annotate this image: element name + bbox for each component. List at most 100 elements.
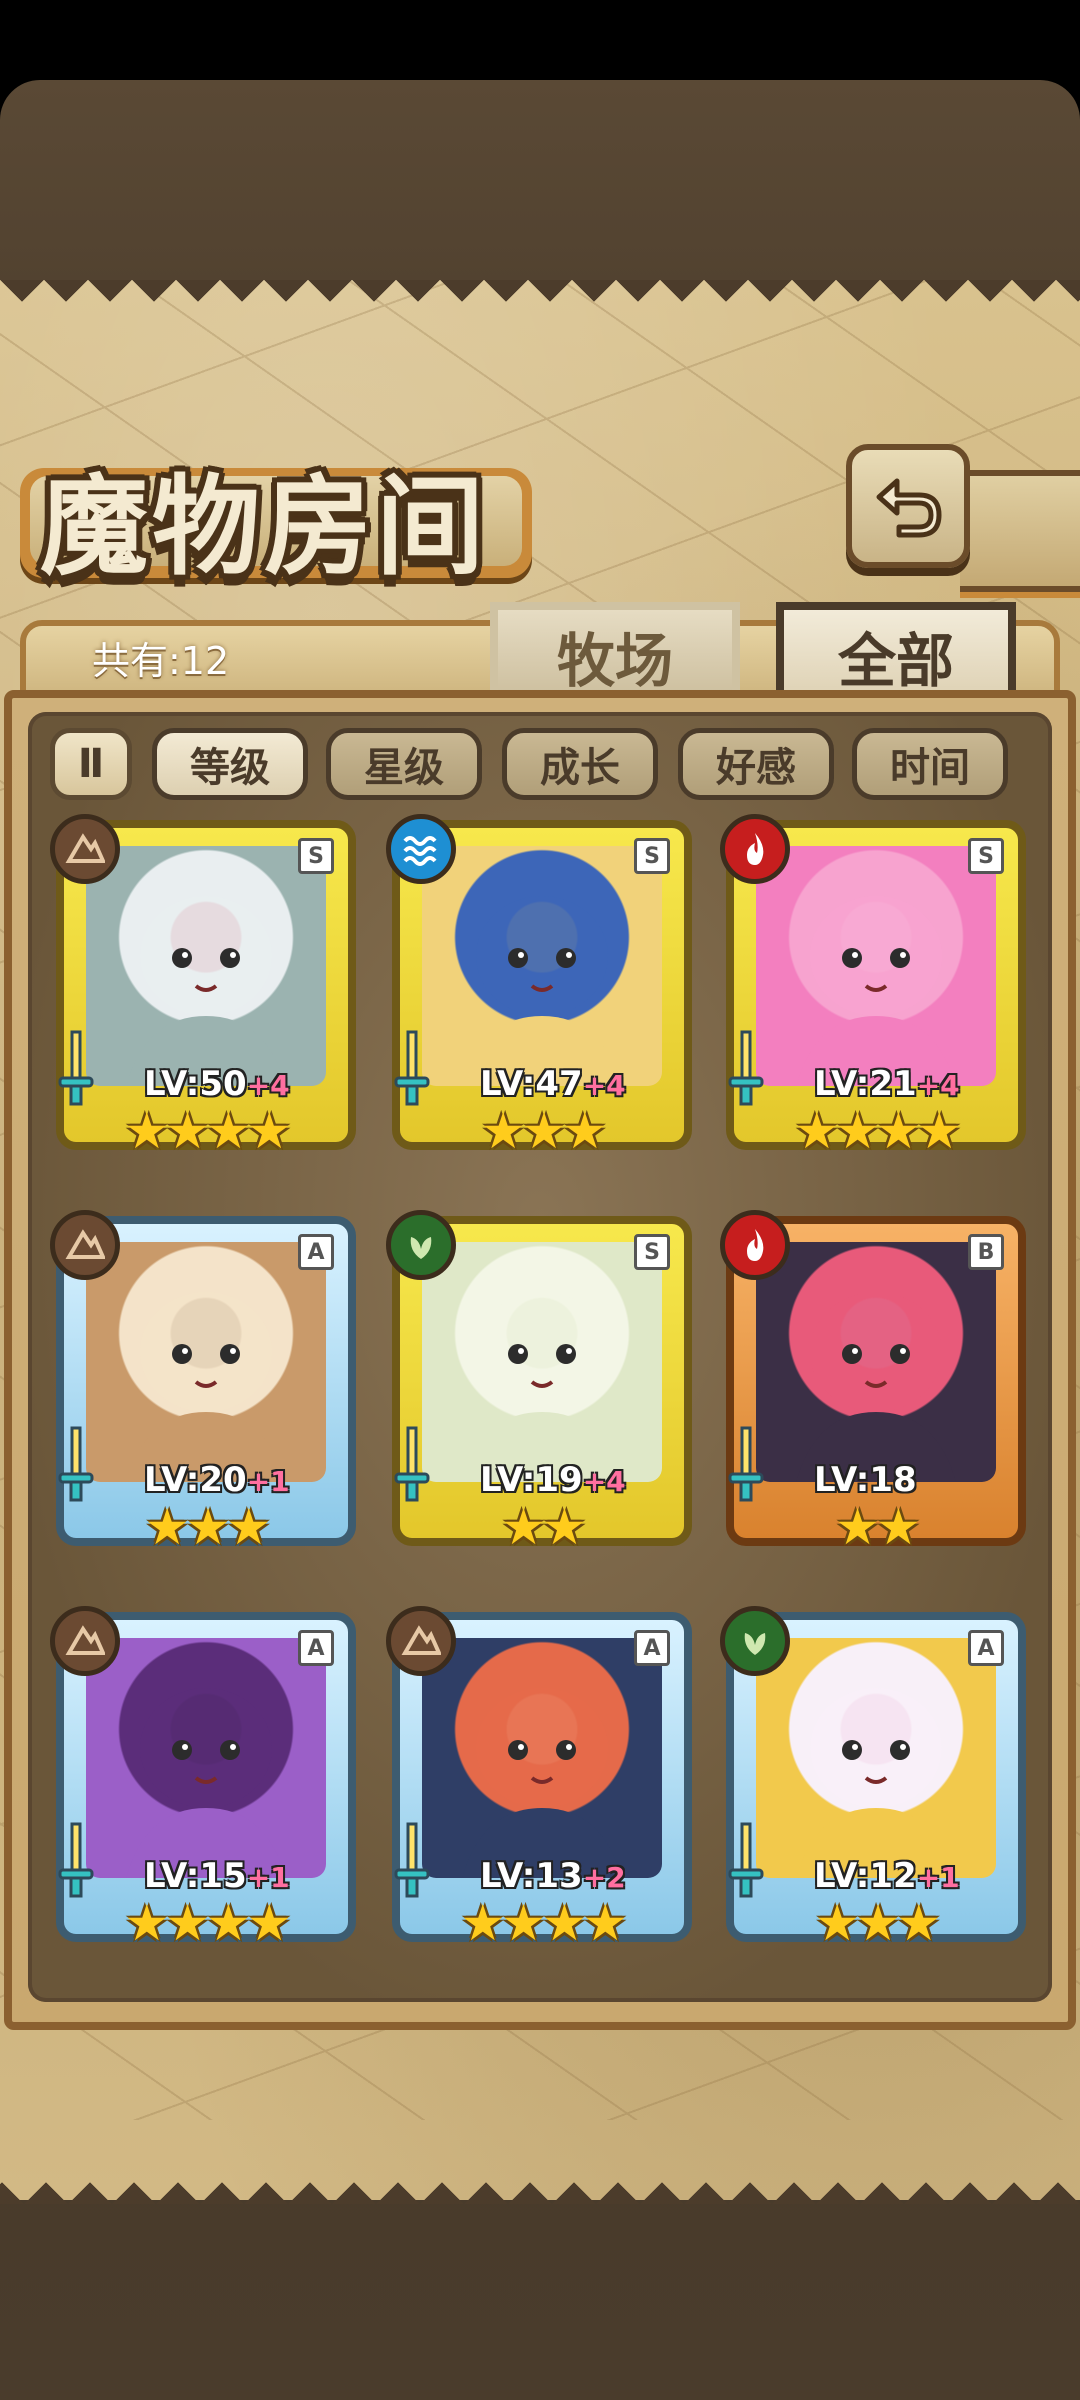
level-value: LV:15: [144, 1856, 247, 1896]
monster-card[interactable]: A LV:20+1 ★★★: [50, 1210, 356, 1552]
level-bonus: +1: [916, 1861, 960, 1894]
monster-level: LV:18: [814, 1460, 917, 1500]
page-title: 魔物房间: [40, 464, 489, 590]
nature-element-icon: [386, 1210, 456, 1280]
sort-level-button[interactable]: 等级: [152, 728, 308, 800]
sort-growth-button[interactable]: 成长: [502, 728, 658, 800]
back-button[interactable]: [846, 444, 970, 568]
star-rating: ★★★★: [794, 1102, 961, 1160]
level-value: LV:47: [480, 1064, 583, 1104]
earth-element-icon: [50, 814, 120, 884]
sort-affection-button[interactable]: 好感: [678, 728, 834, 800]
level-bonus: +1: [246, 1861, 290, 1894]
back-button-rail: [960, 470, 1080, 592]
monster-level: LV:50+4: [144, 1064, 290, 1104]
sword-icon: [728, 1822, 764, 1898]
monster-level: LV:47+4: [480, 1064, 626, 1104]
star-rating: ★★★: [814, 1894, 941, 1952]
star-rating: ★★★: [144, 1498, 271, 1556]
rank-badge: S: [634, 1234, 670, 1270]
rank-badge: S: [634, 838, 670, 874]
level-value: LV:19: [480, 1460, 583, 1500]
level-value: LV:13: [480, 1856, 583, 1896]
monster-count: 共有:12: [92, 639, 230, 683]
sort-time-button[interactable]: 时间: [852, 728, 1008, 800]
star-rating: ★★★★: [124, 1894, 291, 1952]
monster-portrait-art: [796, 1688, 956, 1878]
monster-card[interactable]: S LV:50+4 ★★★★: [50, 814, 356, 1156]
sword-icon: [58, 1822, 94, 1898]
monster-level: LV:19+4: [480, 1460, 626, 1500]
star-rating: ★★: [501, 1498, 587, 1556]
monster-portrait: [86, 1242, 326, 1482]
monster-portrait: [422, 1638, 662, 1878]
tab-ranch[interactable]: 牧场: [490, 602, 740, 702]
nature-element-icon: [720, 1606, 790, 1676]
sword-icon: [58, 1030, 94, 1106]
level-bonus: +4: [582, 1069, 626, 1102]
return-arrow-icon: [876, 478, 942, 538]
rank-badge: B: [968, 1234, 1004, 1270]
level-value: LV:18: [814, 1460, 917, 1500]
monster-card[interactable]: A LV:12+1 ★★★: [720, 1606, 1026, 1948]
monster-card[interactable]: S LV:21+4 ★★★★: [720, 814, 1026, 1156]
level-bonus: +4: [916, 1069, 960, 1102]
monster-portrait: [756, 1242, 996, 1482]
sword-icon: [728, 1030, 764, 1106]
sort-star-button[interactable]: 星级: [326, 728, 482, 800]
monster-portrait: [86, 1638, 326, 1878]
star-rating: ★★★★: [460, 1894, 627, 1952]
rank-badge: A: [298, 1630, 334, 1666]
monster-portrait-art: [126, 1292, 286, 1482]
monster-portrait-art: [462, 1688, 622, 1878]
monster-level: LV:21+4: [814, 1064, 960, 1104]
monster-portrait: [756, 846, 996, 1086]
monster-card[interactable]: A LV:13+2 ★★★★: [386, 1606, 692, 1948]
monster-card[interactable]: S LV:19+4 ★★: [386, 1210, 692, 1552]
monster-portrait-art: [126, 896, 286, 1086]
rank-badge: A: [968, 1630, 1004, 1666]
monster-level: LV:20+1: [144, 1460, 290, 1500]
level-bonus: +4: [246, 1069, 290, 1102]
monster-portrait: [422, 846, 662, 1086]
sort-order-toggle[interactable]: Ⅱ: [50, 728, 132, 800]
monster-portrait-art: [462, 896, 622, 1086]
fire-element-icon: [720, 1210, 790, 1280]
torn-edge-top: [0, 280, 1080, 324]
tab-all[interactable]: 全部: [776, 602, 1016, 702]
level-bonus: +1: [246, 1465, 290, 1498]
sword-icon: [728, 1426, 764, 1502]
level-bonus: +2: [582, 1861, 626, 1894]
rank-badge: S: [298, 838, 334, 874]
monster-level: LV:15+1: [144, 1856, 290, 1896]
monster-portrait-art: [126, 1688, 286, 1878]
sword-icon: [394, 1822, 430, 1898]
monster-level: LV:13+2: [480, 1856, 626, 1896]
earth-element-icon: [50, 1210, 120, 1280]
monster-portrait-art: [462, 1292, 622, 1482]
earth-element-icon: [386, 1606, 456, 1676]
water-element-icon: [386, 814, 456, 884]
monster-level: LV:12+1: [814, 1856, 960, 1896]
fire-element-icon: [720, 814, 790, 884]
monster-card[interactable]: S LV:47+4 ★★★: [386, 814, 692, 1156]
monster-card[interactable]: B LV:18 ★★: [720, 1210, 1026, 1552]
rank-badge: A: [298, 1234, 334, 1270]
monster-portrait-art: [796, 896, 956, 1086]
level-value: LV:50: [144, 1064, 247, 1104]
star-rating: ★★★: [480, 1102, 607, 1160]
sword-icon: [58, 1426, 94, 1502]
rank-badge: S: [968, 838, 1004, 874]
sword-icon: [394, 1426, 430, 1502]
monster-portrait-art: [796, 1292, 956, 1482]
monster-portrait: [756, 1638, 996, 1878]
rank-badge: A: [634, 1630, 670, 1666]
level-value: LV:21: [814, 1064, 917, 1104]
earth-element-icon: [50, 1606, 120, 1676]
star-rating: ★★: [835, 1498, 921, 1556]
monster-portrait: [422, 1242, 662, 1482]
sword-icon: [394, 1030, 430, 1106]
level-value: LV:20: [144, 1460, 247, 1500]
monster-card[interactable]: A LV:15+1 ★★★★: [50, 1606, 356, 1948]
torn-edge-bottom: [0, 2160, 1080, 2204]
